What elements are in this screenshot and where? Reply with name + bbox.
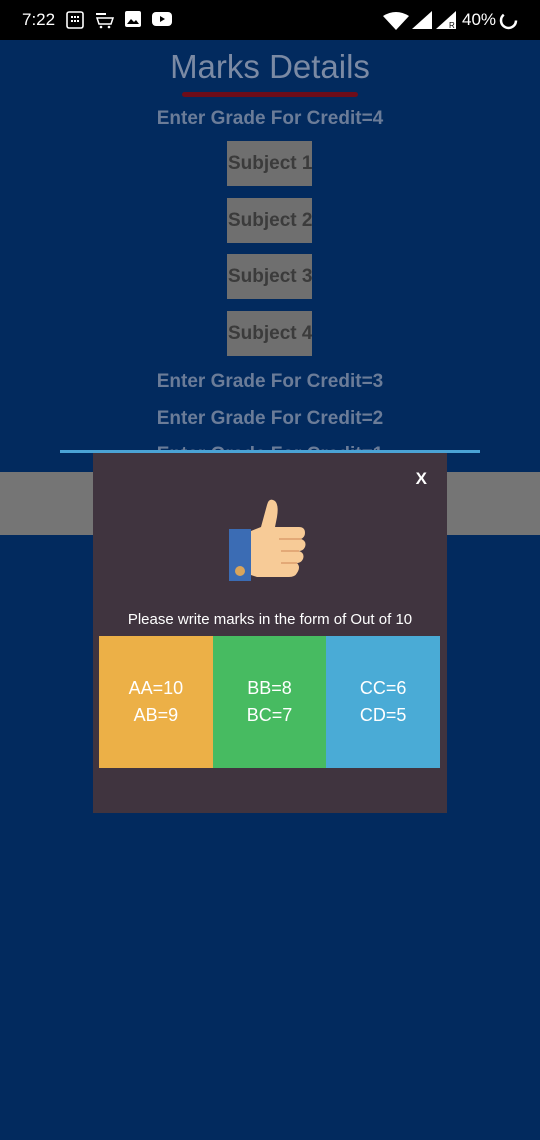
credit-3-label[interactable]: Enter Grade For Credit=3 xyxy=(0,371,540,393)
battery-percentage: 40% xyxy=(462,10,497,29)
grade-aa-text: AA=10 xyxy=(128,678,184,698)
subject-3-button[interactable]: Subject 3 xyxy=(227,254,312,299)
title-underline xyxy=(182,92,358,97)
battery-icon xyxy=(499,11,518,35)
subject-1-button[interactable]: Subject 1 xyxy=(227,141,312,186)
thumbs-up-icon xyxy=(227,497,311,588)
cell-signal-roaming-icon: R xyxy=(436,11,456,34)
credit-2-label[interactable]: Enter Grade For Credit=2 xyxy=(0,408,540,430)
grade-cell-a: AA=10 AB=9 xyxy=(99,636,213,768)
wifi-icon xyxy=(383,12,409,35)
grade-cell-b: BB=8 BC=7 xyxy=(212,636,327,768)
status-time: 7:22 xyxy=(22,10,56,29)
cell-signal-icon xyxy=(412,11,432,34)
page-title: Marks Details xyxy=(170,48,370,85)
credit-4-label: Enter Grade For Credit=4 xyxy=(156,108,384,129)
youtube-notification-icon xyxy=(152,11,172,32)
grade-bb-text: BB=8 xyxy=(247,678,292,698)
image-notification-icon xyxy=(125,11,141,32)
grade-ab-text: AB=9 xyxy=(133,705,179,725)
subject-4-button[interactable]: Subject 4 xyxy=(227,311,312,356)
grade-info-dialog: X Please write marks in the form of Out … xyxy=(93,453,447,813)
subject-2-button[interactable]: Subject 2 xyxy=(227,198,312,243)
grade-cc-text: CC=6 xyxy=(359,678,407,698)
grade-grid: AA=10 AB=9 BB=8 BC=7 CC=6 CD=5 xyxy=(99,636,441,768)
grade-cd-text: CD=5 xyxy=(359,705,407,725)
svg-text:R: R xyxy=(449,21,455,29)
status-bar: 7:22 R 40% xyxy=(0,0,540,40)
dialog-message: Please write marks in the form of Out of… xyxy=(127,611,413,628)
grade-cell-c: CC=6 CD=5 xyxy=(326,636,441,768)
shopping-cart-notification-icon xyxy=(95,11,115,34)
grade-bc-text: BC=7 xyxy=(246,705,293,725)
close-button[interactable]: X xyxy=(416,469,427,489)
credit-1-label[interactable]: Enter Grade For Credit=1 xyxy=(0,440,540,450)
calculator-notification-icon xyxy=(66,11,84,34)
